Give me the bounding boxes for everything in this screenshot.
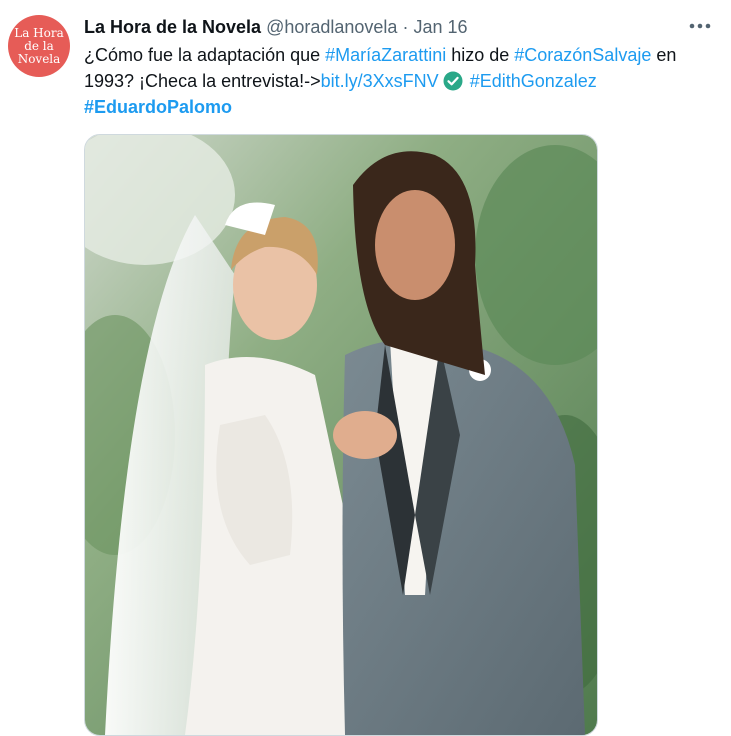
hashtag-edithgonzalez[interactable]: #EdithGonzalez: [470, 71, 597, 91]
tweet-text-part: ¿Cómo fue la adaptación que: [84, 45, 326, 65]
tweet-photo[interactable]: [84, 134, 598, 736]
author-name[interactable]: La Hora de la Novela: [84, 17, 261, 38]
more-horizontal-icon[interactable]: [685, 13, 715, 39]
avatar[interactable]: La Hora de la Novela: [8, 15, 70, 77]
avatar-text-line1: La Hora: [14, 25, 64, 40]
author-handle[interactable]: @horadlanovela: [266, 17, 397, 38]
tweet-timestamp[interactable]: Jan 16: [413, 17, 467, 38]
tweet-header: La Hora de la Novela @horadlanovela · Ja…: [84, 15, 715, 39]
separator-dot: ·: [402, 16, 409, 37]
check-circle-icon: [443, 71, 463, 91]
tweet-text: ¿Cómo fue la adaptación que #MaríaZaratt…: [84, 42, 714, 120]
hashtag-corazonsalvaje[interactable]: #CorazónSalvaje: [514, 45, 651, 65]
avatar-text-line3: Novela: [17, 51, 61, 66]
wedding-photo-illustration: [85, 135, 597, 735]
tweet-link[interactable]: bit.ly/3XxsFNV: [321, 71, 439, 91]
hashtag-eduardopalomo[interactable]: #EduardoPalomo: [84, 97, 232, 117]
tweet-text-part: hizo de: [446, 45, 515, 65]
hashtag-mariazarattini[interactable]: #MaríaZarattini: [325, 45, 446, 65]
avatar-text-line2: de la: [24, 38, 54, 53]
